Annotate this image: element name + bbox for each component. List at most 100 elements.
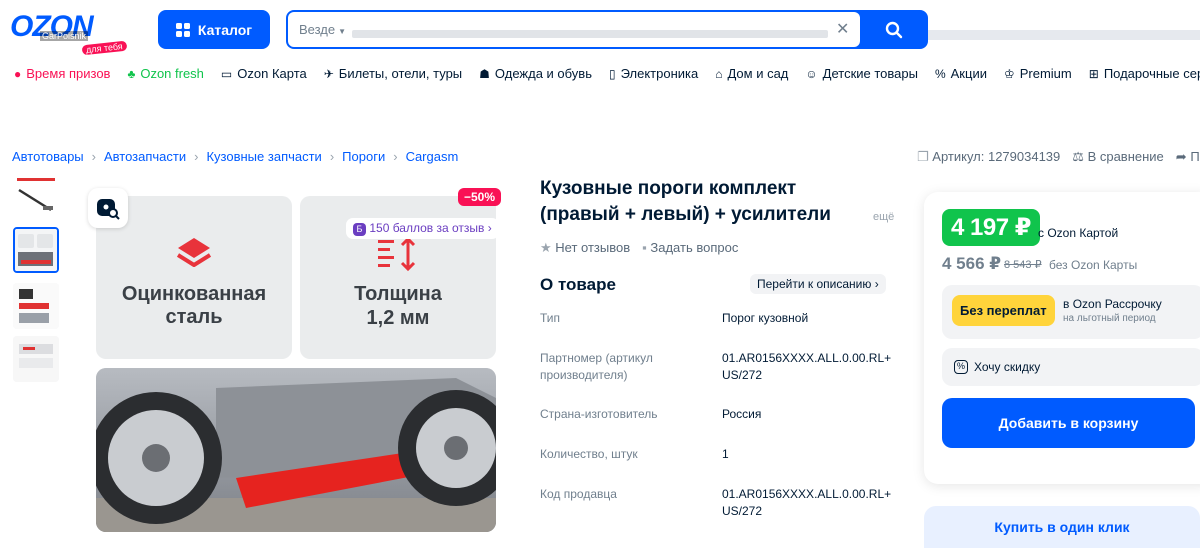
- ozon-card-price-note: с Ozon Картой: [1038, 226, 1119, 240]
- category-label: Время призов: [26, 66, 111, 81]
- search-input[interactable]: [352, 30, 828, 38]
- logo-overlay-text: GarPoisnik: [40, 31, 89, 41]
- spec-key: Количество, штук: [540, 447, 638, 461]
- spec-value: 01.AR0156XXXX.ALL.0.00.RL+US/272: [722, 487, 892, 518]
- want-discount-button[interactable]: % Хочу скидку: [942, 348, 1200, 386]
- category-label: Акции: [950, 66, 987, 81]
- title-more-link[interactable]: ещё: [873, 211, 894, 223]
- breadcrumb-link[interactable]: Кузовные запчасти: [206, 149, 321, 164]
- category-item[interactable]: ☺ Детские товары: [805, 66, 918, 81]
- spec-key: Тип: [540, 311, 561, 325]
- ask-question-link[interactable]: ▪ Задать вопрос: [642, 240, 738, 256]
- present-icon: ⊞: [1088, 66, 1099, 81]
- reviews-link[interactable]: ★ Нет отзывов: [540, 240, 630, 256]
- article-label: ❐ Артикул: 1279034139: [917, 149, 1061, 164]
- about-heading: О товаре: [540, 275, 616, 294]
- top-actions: ❐ Артикул: 1279034139 ⚖ В сравнение ➦ П: [917, 149, 1200, 165]
- category-item[interactable]: ● Время призов: [14, 66, 110, 81]
- catalog-button[interactable]: Каталог: [158, 10, 270, 49]
- category-item[interactable]: ▯ Электроника: [609, 66, 698, 81]
- ozon-logo[interactable]: OZON GarPoisnik для тебя: [10, 10, 130, 56]
- search-button[interactable]: [860, 10, 928, 49]
- breadcrumb: Автотовары › Автозапчасти › Кузовные запчаст…: [12, 149, 458, 164]
- points-icon: Б: [353, 223, 366, 236]
- product-photo[interactable]: [96, 368, 496, 532]
- compare-icon: ⚖: [1072, 149, 1084, 164]
- add-to-cart-button[interactable]: Добавить в корзину: [942, 398, 1195, 448]
- regular-price-note: без Ozon Карты: [1049, 258, 1138, 272]
- thumbnail-1[interactable]: [13, 176, 59, 220]
- buy-one-click-button[interactable]: Купить в один клик: [924, 506, 1200, 548]
- category-label: Подарочные сер: [1103, 66, 1200, 81]
- category-label: Ozon fresh: [140, 66, 204, 81]
- plane-icon: ✈: [323, 66, 334, 81]
- tile-text-line2: 1,2 мм: [366, 307, 430, 329]
- visual-search-button[interactable]: [88, 188, 128, 228]
- star-icon: ★: [540, 240, 552, 255]
- clothes-icon: ☗: [479, 66, 490, 81]
- compare-link[interactable]: ⚖ В сравнение: [1072, 149, 1164, 165]
- close-icon[interactable]: ✕: [836, 19, 849, 39]
- spec-value: 01.AR0156XXXX.ALL.0.00.RL+US/272: [722, 351, 892, 382]
- review-points-badge[interactable]: Б 150 баллов за отзыв ›: [346, 218, 499, 239]
- breadcrumb-link[interactable]: Cargasm: [406, 149, 459, 164]
- category-label: Билеты, отели, туры: [338, 66, 463, 81]
- regular-price: 4 566 ₽: [942, 254, 1002, 273]
- product-title: Кузовные пороги комплект (правый + левый…: [540, 178, 831, 225]
- percent-icon: %: [934, 66, 946, 81]
- caret-down-icon: ▼: [338, 27, 347, 36]
- spec-value: Порог кузовной: [722, 311, 809, 325]
- search-box: Везде ▼ ✕: [288, 12, 860, 47]
- crown-icon: ♔: [1003, 66, 1015, 81]
- chevron-right-icon: ›: [329, 149, 335, 164]
- search-scope-select[interactable]: Везде ▼: [299, 22, 346, 37]
- category-item[interactable]: ✈ Билеты, отели, туры: [324, 66, 462, 81]
- chevron-right-icon: ›: [487, 221, 492, 235]
- discount-icon: %: [954, 360, 968, 374]
- thumbnail-image: [17, 178, 55, 212]
- chevron-right-icon: ›: [874, 277, 879, 291]
- breadcrumb-link[interactable]: Пороги: [342, 149, 385, 164]
- thumbnail-3[interactable]: [13, 283, 59, 329]
- category-item[interactable]: ▭ Ozon Карта: [221, 66, 307, 81]
- spec-key: Партномер (артикул производителя): [540, 351, 653, 382]
- chevron-right-icon: ›: [91, 149, 96, 164]
- go-to-description-button[interactable]: Перейти к описанию ›: [750, 274, 886, 294]
- breadcrumb-link[interactable]: Автозапчасти: [104, 149, 186, 164]
- baby-icon: ☺: [805, 66, 818, 81]
- camera-search-icon: [97, 199, 120, 220]
- category-item[interactable]: ♔ Premium: [1004, 66, 1072, 81]
- card-icon: ▭: [220, 66, 233, 81]
- fresh-icon: ♣: [127, 66, 136, 81]
- share-icon: ➦: [1175, 149, 1187, 164]
- category-item[interactable]: ⊞ Подарочные сер: [1089, 66, 1200, 81]
- layers-icon: [176, 238, 212, 267]
- category-nav: ● Время призов ♣ Ozon fresh ▭ Ozon Карта ✈ Биле…: [14, 66, 1200, 81]
- home-icon: ⌂: [715, 66, 723, 81]
- thumbnail-4[interactable]: [13, 336, 59, 382]
- category-label: Одежда и обувь: [494, 66, 592, 81]
- discount-badge: −50%: [458, 188, 502, 206]
- search-bar: Везде ▼ ✕: [286, 10, 928, 49]
- gift-circle-icon: ●: [14, 66, 22, 81]
- thumbnail-image: [13, 283, 59, 329]
- thumbnail-image: [13, 336, 59, 382]
- share-link[interactable]: ➦ П: [1176, 149, 1200, 165]
- category-item[interactable]: ☗ Одежда и обувь: [479, 66, 592, 81]
- chat-icon: ▪: [642, 240, 647, 255]
- search-icon: [885, 21, 903, 38]
- category-label: Электроника: [620, 66, 699, 81]
- category-item[interactable]: ⌂ Дом и сад: [715, 66, 788, 81]
- copy-icon: ❐: [917, 149, 929, 164]
- car-sill-image: [96, 368, 496, 532]
- spec-value: 1: [722, 447, 729, 461]
- thumbnail-2[interactable]: [13, 227, 59, 273]
- thumbnail-image: [15, 229, 57, 271]
- breadcrumb-link[interactable]: Автотовары: [12, 149, 84, 164]
- spec-key: Страна-изготовитель: [540, 407, 658, 421]
- category-item[interactable]: ♣ Ozon fresh: [127, 66, 203, 81]
- category-item[interactable]: % Акции: [935, 66, 987, 81]
- installment-block[interactable]: Без переплат в Ozon Рассрочку на льготны…: [942, 285, 1200, 339]
- installment-badge: Без переплат: [952, 295, 1055, 326]
- category-label: Ozon Карта: [237, 66, 307, 81]
